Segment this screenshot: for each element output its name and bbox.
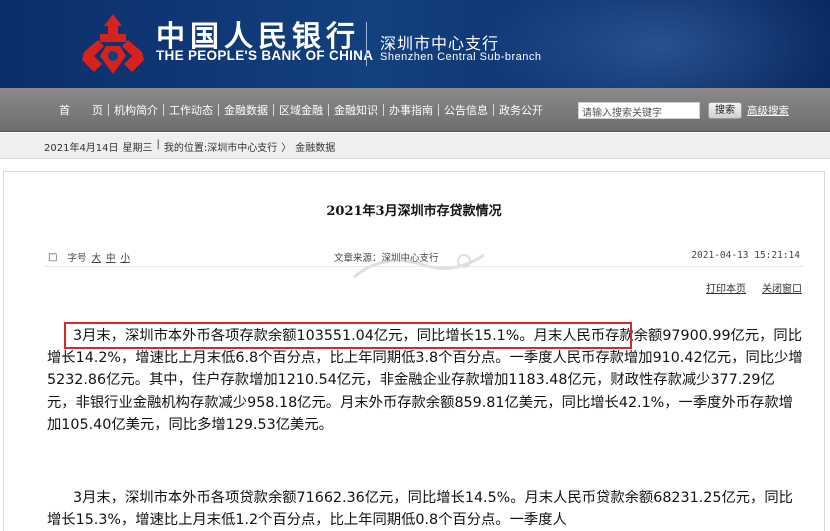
watermark-icon xyxy=(353,253,485,279)
nav-item-financial-knowledge[interactable]: 金融知识 xyxy=(329,102,383,118)
pboc-logo-icon xyxy=(82,14,144,74)
font-size-label: 字号 xyxy=(67,253,87,264)
close-window-link[interactable]: 关闭窗口 xyxy=(762,280,802,295)
article-datetime: 2021-04-13 15:21:14 xyxy=(691,250,800,261)
breadcrumb-link-branch[interactable]: 深圳市中心支行 xyxy=(207,139,277,154)
nav-item-service-guide[interactable]: 办事指南 xyxy=(384,102,438,118)
location-label: 我的位置: xyxy=(163,143,208,154)
advanced-search-link[interactable]: 高级搜索 xyxy=(747,103,789,118)
font-size-small[interactable]: 小 xyxy=(121,250,131,264)
nav-item-government-affairs[interactable]: 政务公开 xyxy=(494,102,548,118)
print-page-link[interactable]: 打印本页 xyxy=(706,280,746,295)
font-size-controls: □ 字号 大 中 小 xyxy=(48,250,131,265)
breadcrumb: 2021年4月14日 星期三 | 我的位置: 深圳市中心支行 〉 金融数据 xyxy=(0,133,830,159)
breadcrumb-link-financial-data[interactable]: 金融数据 xyxy=(295,139,335,154)
print-links: 打印本页 关闭窗口 xyxy=(706,280,802,295)
current-weekday: 星期三 xyxy=(122,143,153,154)
article-paragraph-loans: 3月末，深圳市本外币各项贷款余额71662.36亿元，同比增长14.5%。月末人… xyxy=(47,487,803,531)
font-size-medium[interactable]: 中 xyxy=(106,250,116,264)
font-size-large[interactable]: 大 xyxy=(91,250,101,264)
nav-item-news[interactable]: 工作动态 xyxy=(164,102,218,118)
banner-glow xyxy=(480,0,830,88)
paragraph-text: 3月末，深圳市本外币各项贷款余额71662.36亿元，同比增长14.5%。月末人… xyxy=(47,490,793,529)
current-date: 2021年4月14日 xyxy=(44,143,119,154)
meta-divider xyxy=(44,266,804,267)
nav-item-announcements[interactable]: 公告信息 xyxy=(439,102,493,118)
nav-item-regional-finance[interactable]: 区域金融 xyxy=(274,102,328,118)
nav-items: 首 页 机构简介 工作动态 金融数据 区域金融 金融知识 办事指南 公告信息 政… xyxy=(54,102,548,118)
red-highlight-box xyxy=(64,322,632,349)
nav-item-about[interactable]: 机构简介 xyxy=(109,102,163,118)
nav-item-financial-data[interactable]: 金融数据 xyxy=(219,102,273,118)
nav-item-home[interactable]: 首 页 xyxy=(54,102,108,118)
breadcrumb-separator: | xyxy=(156,139,160,150)
breadcrumb-text: 2021年4月14日 星期三 | 我的位置: 深圳市中心支行 〉 金融数据 xyxy=(44,139,339,154)
article-title: 2021年3月深圳市存贷款情况 xyxy=(326,204,502,219)
article-panel: 2021年3月深圳市存贷款情况 □ 字号 大 中 小 文章来源：深圳中心支行 2… xyxy=(3,171,825,531)
bank-name-en: THE PEOPLE'S BANK OF CHINA xyxy=(156,48,374,63)
font-size-box-icon: □ xyxy=(48,251,58,263)
main-nav: 首 页 机构简介 工作动态 金融数据 区域金融 金融知识 办事指南 公告信息 政… xyxy=(0,88,830,132)
header-banner: 中国人民银行 THE PEOPLE'S BANK OF CHINA 深圳市中心支… xyxy=(0,0,830,88)
breadcrumb-arrow: 〉 xyxy=(281,143,292,154)
search-input[interactable]: 请输入搜索关键字 xyxy=(578,102,700,119)
search-button[interactable]: 搜索 xyxy=(708,102,742,119)
branch-name-en: Shenzhen Central Sub-branch xyxy=(380,51,542,63)
header-divider xyxy=(366,22,367,66)
